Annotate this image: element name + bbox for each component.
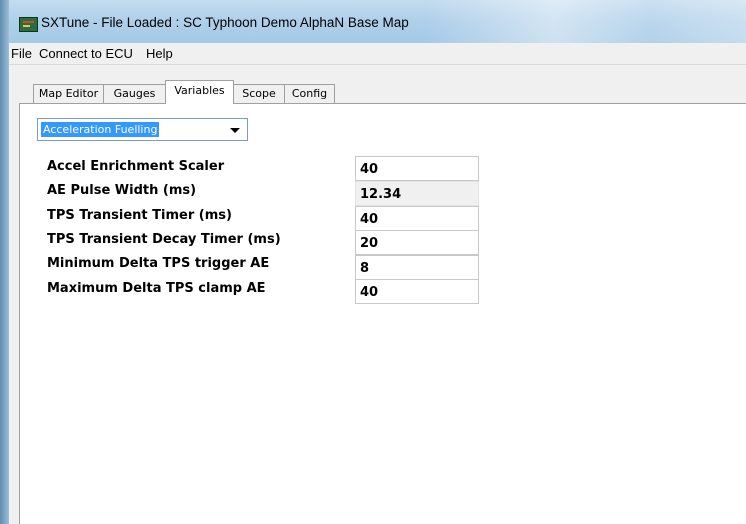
maximum-delta-tps-field[interactable]: 40 [355, 279, 479, 304]
sxtune-app-icon[interactable] [19, 17, 38, 32]
category-selected-value: Acceleration Fuelling [41, 122, 160, 137]
client-area: File Connect to ECU Help Map Editor Gaug… [9, 43, 746, 524]
maximum-delta-tps-label: Maximum Delta TPS clamp AE [47, 281, 266, 296]
tab-variables[interactable]: Variables [165, 80, 234, 104]
tps-transient-decay-timer-field[interactable]: 20 [355, 230, 479, 255]
menu-file[interactable]: File [11, 46, 32, 61]
tab-gauges[interactable]: Gauges [103, 84, 166, 103]
tps-transient-timer-label: TPS Transient Timer (ms) [47, 208, 232, 223]
ae-pulse-width-label: AE Pulse Width (ms) [47, 183, 197, 198]
minimum-delta-tps-label: Minimum Delta TPS trigger AE [47, 256, 270, 271]
window-title: SXTune - File Loaded : SC Typhoon Demo A… [41, 15, 409, 30]
accel-enrichment-scaler-label: Accel Enrichment Scaler [47, 159, 225, 174]
category-dropdown[interactable]: Acceleration Fuelling [37, 118, 248, 141]
window-left-border [0, 0, 9, 524]
tab-config[interactable]: Config [284, 84, 335, 103]
title-bar[interactable]: SXTune - File Loaded : SC Typhoon Demo A… [9, 0, 746, 43]
accel-enrichment-scaler-field[interactable]: 40 [355, 156, 479, 181]
tps-transient-decay-timer-label: TPS Transient Decay Timer (ms) [47, 232, 281, 247]
menu-connect-to-ecu[interactable]: Connect to ECU [39, 46, 133, 61]
tab-map-editor[interactable]: Map Editor [33, 84, 104, 103]
app-window: SXTune - File Loaded : SC Typhoon Demo A… [0, 0, 746, 524]
menu-bar: File Connect to ECU Help [9, 43, 746, 65]
tab-scope[interactable]: Scope [233, 84, 285, 103]
minimum-delta-tps-field[interactable]: 8 [355, 255, 479, 280]
ae-pulse-width-value: 12.34 [355, 181, 479, 206]
menu-help[interactable]: Help [146, 46, 173, 61]
chevron-down-icon[interactable] [230, 128, 240, 133]
tps-transient-timer-field[interactable]: 40 [355, 206, 479, 231]
